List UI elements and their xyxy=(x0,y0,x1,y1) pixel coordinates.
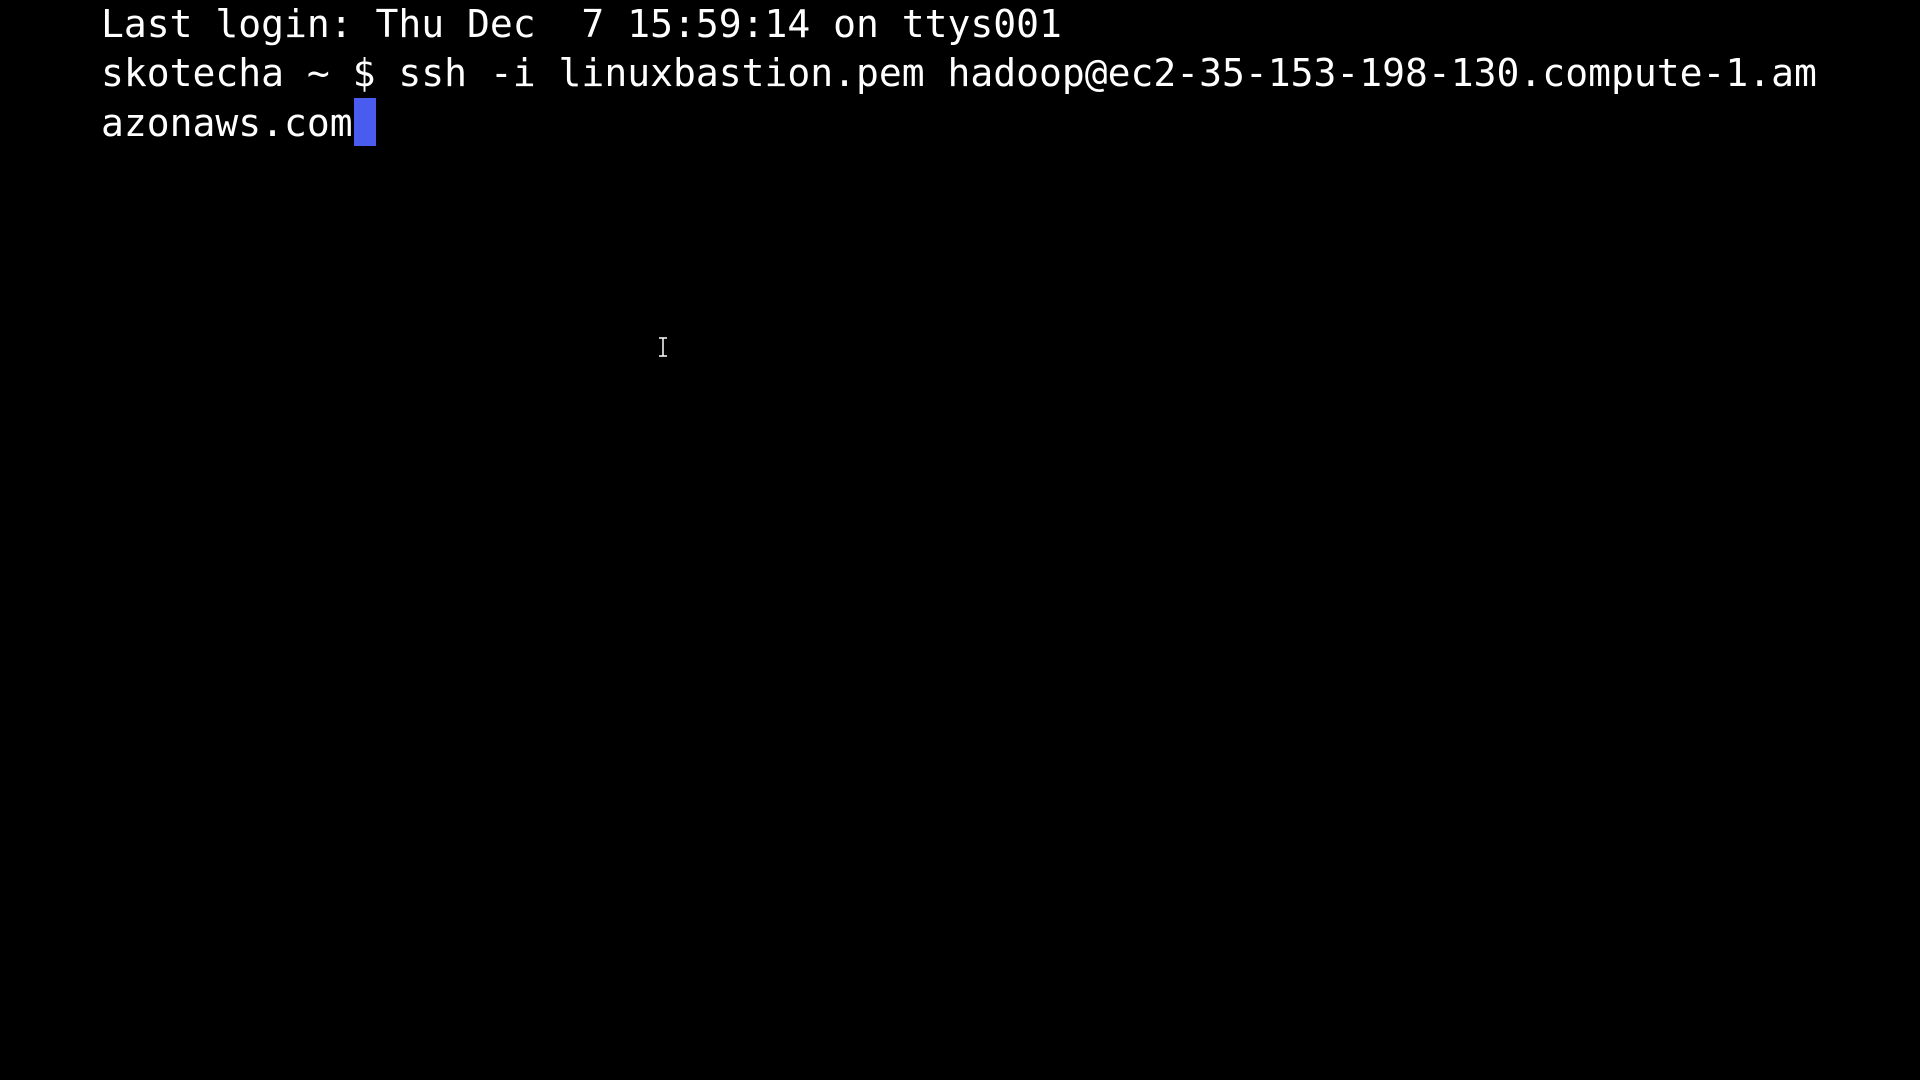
command-line-wrap: azonaws.com xyxy=(101,98,1901,147)
text-cursor xyxy=(353,98,376,146)
terminal-output: Last login: Thu Dec 7 15:59:14 on ttys00… xyxy=(101,0,1901,147)
command-line: skotecha ~ $ ssh -i linuxbastion.pem had… xyxy=(101,51,1817,95)
last-login-line: Last login: Thu Dec 7 15:59:14 on ttys00… xyxy=(101,2,1062,46)
ibeam-cursor-icon xyxy=(659,336,667,358)
command-continuation: azonaws.com xyxy=(101,101,353,145)
terminal-window[interactable]: Last login: Thu Dec 7 15:59:14 on ttys00… xyxy=(0,0,1920,1080)
